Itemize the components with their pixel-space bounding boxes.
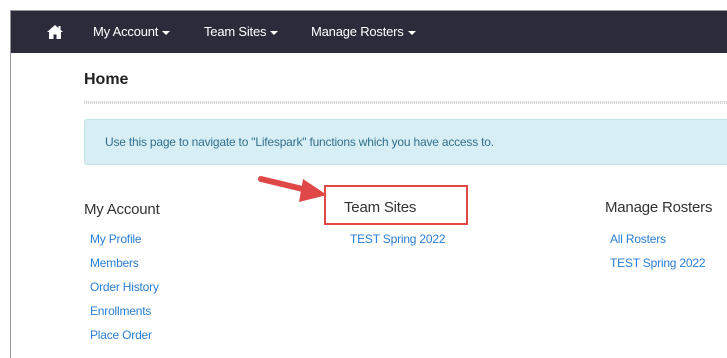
nav-team-sites-label: Team Sites (204, 24, 267, 39)
nav-team-sites[interactable]: Team Sites (204, 11, 279, 53)
title-divider (84, 101, 727, 104)
nav-my-account[interactable]: My Account (93, 11, 171, 53)
section-heading-my-account: My Account (84, 201, 160, 218)
nav-manage-rosters-label: Manage Rosters (311, 24, 404, 39)
link-roster-test-spring-2022[interactable]: TEST Spring 2022 (610, 256, 706, 270)
annotation-arrow-icon (258, 176, 327, 202)
link-enrollments[interactable]: Enrollments (90, 304, 151, 318)
caret-down-icon (270, 30, 279, 35)
link-members[interactable]: Members (90, 256, 139, 270)
info-banner: Use this page to navigate to "Lifespark"… (84, 119, 727, 165)
nav-my-account-label: My Account (93, 24, 159, 39)
page-title: Home (84, 71, 129, 88)
caret-down-icon (407, 30, 416, 35)
info-banner-text: Use this page to navigate to "Lifespark"… (105, 135, 494, 149)
link-order-history[interactable]: Order History (90, 280, 159, 294)
link-team-site-test-spring-2022[interactable]: TEST Spring 2022 (350, 232, 446, 246)
section-heading-manage-rosters: Manage Rosters (605, 199, 713, 216)
annotation-highlight-box (324, 185, 468, 225)
link-my-profile[interactable]: My Profile (90, 232, 142, 246)
home-icon[interactable] (46, 24, 64, 40)
nav-manage-rosters[interactable]: Manage Rosters (311, 11, 416, 53)
link-all-rosters[interactable]: All Rosters (610, 232, 666, 246)
link-place-order[interactable]: Place Order (90, 328, 152, 342)
top-navbar: My Account Team Sites Manage Rosters (11, 11, 727, 53)
caret-down-icon (162, 30, 171, 35)
app-window: My Account Team Sites Manage Rosters Hom… (10, 10, 727, 358)
